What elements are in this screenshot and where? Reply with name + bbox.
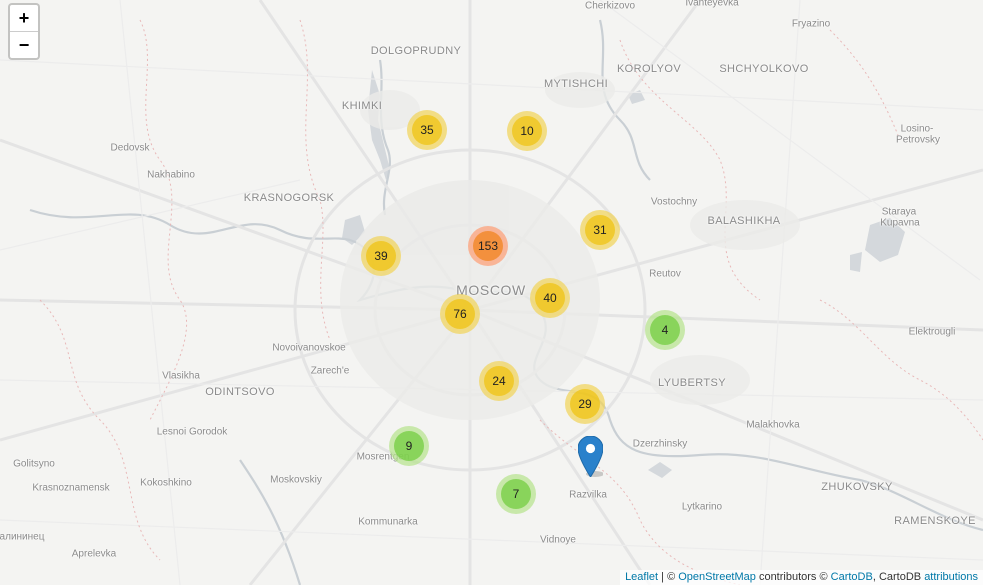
place-label-losino: Losino-	[900, 123, 934, 135]
place-label-petrovsky: Petrovsky	[896, 134, 940, 146]
leaflet-link[interactable]: Leaflet	[625, 571, 658, 583]
marker-cluster[interactable]: 29	[565, 384, 605, 424]
cluster-count: 153	[473, 231, 503, 261]
place-label-dedovsk: Dedovsk	[110, 142, 150, 154]
place-label-vidnoye: Vidnoye	[540, 534, 576, 546]
map-container[interactable]: Cherkizovo Ivanteyevka Fryazino DOLGOPRU…	[0, 0, 983, 585]
place-label-malakhovka: Malakhovka	[746, 419, 800, 431]
place-label-alinets: алининец	[0, 531, 45, 543]
place-label-fryazino: Fryazino	[791, 18, 831, 30]
place-label-khimki: KHIMKI	[341, 100, 383, 112]
cluster-count: 7	[501, 479, 531, 509]
cluster-count: 4	[650, 315, 680, 345]
place-label-nakhabino: Nakhabino	[147, 169, 195, 181]
attribution-cartodb-text: , CartoDB	[872, 571, 925, 583]
cluster-count: 35	[412, 115, 442, 145]
place-label-aprelevka: Aprelevka	[71, 548, 117, 560]
marker-cluster[interactable]: 10	[507, 111, 547, 151]
marker-cluster[interactable]: 76	[440, 294, 480, 334]
cluster-count: 39	[366, 241, 396, 271]
place-label-elektrougli: Elektrougli	[908, 326, 956, 338]
place-label-razvilka: Razvilka	[569, 489, 607, 501]
cluster-count: 29	[570, 389, 600, 419]
place-label-kokoshkino: Kokoshkino	[140, 477, 192, 489]
place-label-krasnogorsk: KRASNOGORSK	[243, 192, 335, 204]
marker-cluster[interactable]: 39	[361, 236, 401, 276]
cluster-count: 31	[585, 215, 615, 245]
attribution-separator: | ©	[658, 571, 679, 583]
marker-cluster[interactable]: 9	[389, 426, 429, 466]
place-label-ivanteyevka: Ivanteyevka	[685, 0, 739, 9]
place-label-novoivanovskoe: Novoivanovskoe	[272, 342, 346, 354]
cluster-count: 40	[535, 283, 565, 313]
place-label-kommunarka: Kommunarka	[358, 516, 418, 528]
place-label-moskovskiy: Moskovskiy	[270, 474, 322, 486]
zoom-in-button[interactable]: +	[10, 5, 38, 32]
place-label-kupavna: Kupavna	[880, 217, 920, 229]
place-label-staraya: Staraya	[881, 206, 917, 218]
place-label-lytkarino: Lytkarino	[681, 501, 723, 513]
place-label-korolyov: KOROLYOV	[616, 63, 682, 75]
marker-cluster[interactable]: 24	[479, 361, 519, 401]
place-label-vlasikha: Vlasikha	[162, 370, 200, 382]
marker-cluster[interactable]: 7	[496, 474, 536, 514]
cluster-count: 9	[394, 431, 424, 461]
place-label-lyubertsy: LYUBERTSY	[658, 377, 726, 389]
cluster-count: 10	[512, 116, 542, 146]
marker-cluster[interactable]: 31	[580, 210, 620, 250]
place-label-zarechye: Zarech'e	[310, 365, 350, 377]
place-label-cherkizovo: Cherkizovo	[584, 0, 636, 12]
place-label-odintsovo: ODINTSOVO	[205, 386, 275, 398]
zoom-out-button[interactable]: −	[10, 32, 38, 58]
place-label-balashikha: BALASHIKHA	[707, 215, 781, 227]
zoom-control: + −	[8, 3, 40, 60]
place-label-reutov: Reutov	[649, 268, 681, 280]
place-label-vostochny: Vostochny	[650, 196, 698, 208]
place-label-dolgoprudny: DOLGOPRUDNY	[370, 45, 462, 57]
cluster-count: 76	[445, 299, 475, 329]
map-marker-icon[interactable]	[578, 436, 603, 477]
place-label-shchyolkovo: SHCHYOLKOVO	[719, 63, 809, 75]
attributions-link[interactable]: attributions	[924, 571, 978, 583]
place-label-lesnoi: Lesnoi Gorodok	[156, 426, 228, 438]
marker-cluster[interactable]: 35	[407, 110, 447, 150]
openstreetmap-link[interactable]: OpenStreetMap	[678, 571, 756, 583]
place-label-ramenskoye: RAMENSKOYE	[894, 515, 976, 527]
attribution-bar: Leaflet | © OpenStreetMap contributors ©…	[620, 570, 983, 585]
place-label-mytishchi: MYTISHCHI	[543, 78, 609, 90]
marker-cluster[interactable]: 153	[468, 226, 508, 266]
place-label-golitsyno: Golitsyno	[13, 458, 55, 470]
marker-cluster[interactable]: 4	[645, 310, 685, 350]
marker-cluster[interactable]: 40	[530, 278, 570, 318]
attribution-contributors: contributors ©	[755, 571, 831, 583]
cartodb-link[interactable]: CartoDB	[831, 571, 873, 583]
place-label-zhukovsky: ZHUKOVSKY	[821, 481, 893, 493]
place-label-dzerzhinsky: Dzerzhinsky	[632, 438, 688, 450]
cluster-count: 24	[484, 366, 514, 396]
place-label-krasnoznamensk: Krasnoznamensk	[32, 482, 110, 494]
